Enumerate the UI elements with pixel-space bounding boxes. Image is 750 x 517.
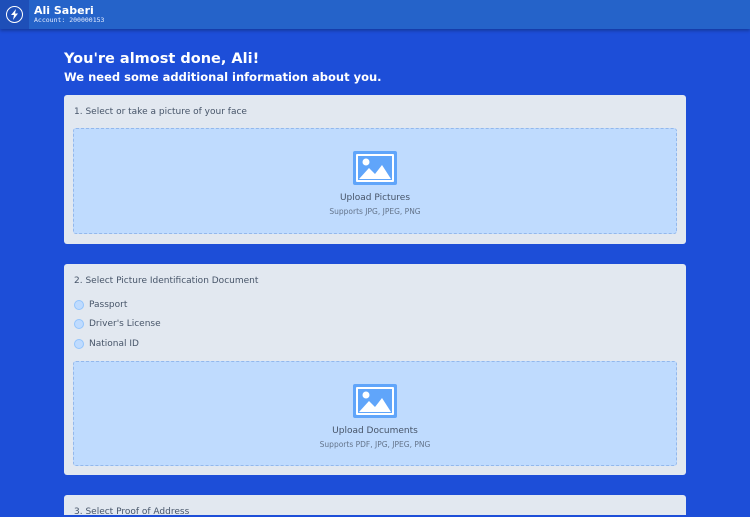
upload-pictures-hint: Supports JPG, JPEG, PNG <box>329 207 421 216</box>
page-heading: You're almost done, Ali! We need some ad… <box>64 50 382 85</box>
upload-documents-label: Upload Documents <box>332 426 418 436</box>
app-logo[interactable] <box>0 0 29 29</box>
image-icon <box>353 384 397 418</box>
radio-national-id[interactable]: National ID <box>74 339 139 349</box>
upload-pictures-dropzone[interactable]: Upload Pictures Supports JPG, JPEG, PNG <box>73 128 677 234</box>
proof-of-address-card: 3. Select Proof of Address <box>64 495 686 517</box>
id-section-title: 2. Select Picture Identification Documen… <box>74 276 259 286</box>
account-number: Account: 200000153 <box>34 16 105 25</box>
identification-card: 2. Select Picture Identification Documen… <box>64 264 686 475</box>
upload-documents-hint: Supports PDF, JPG, JPEG, PNG <box>319 440 431 449</box>
radio-button[interactable] <box>74 300 84 310</box>
radio-label: Driver's License <box>89 319 161 329</box>
radio-button[interactable] <box>74 319 84 329</box>
page-subtitle: We need some additional information abou… <box>64 70 382 84</box>
face-picture-card: 1. Select or take a picture of your face… <box>64 95 686 244</box>
upload-documents-dropzone[interactable]: Upload Documents Supports PDF, JPG, JPEG… <box>73 361 677 466</box>
user-name: Ali Saberi <box>34 4 94 18</box>
radio-drivers-license[interactable]: Driver's License <box>74 319 161 329</box>
user-info: Ali Saberi Account: 200000153 <box>34 5 104 24</box>
radio-label: National ID <box>89 339 139 349</box>
face-section-title: 1. Select or take a picture of your face <box>74 107 247 117</box>
upload-pictures-label: Upload Pictures <box>339 193 411 203</box>
page-title: You're almost done, Ali! <box>64 51 260 67</box>
radio-button[interactable] <box>74 339 84 349</box>
address-section-title: 3. Select Proof of Address <box>74 507 190 517</box>
radio-passport[interactable]: Passport <box>74 300 127 310</box>
logo-icon <box>6 6 23 23</box>
top-bar: Ali Saberi Account: 200000153 <box>0 0 750 29</box>
image-icon <box>353 151 397 185</box>
radio-label: Passport <box>89 300 128 310</box>
